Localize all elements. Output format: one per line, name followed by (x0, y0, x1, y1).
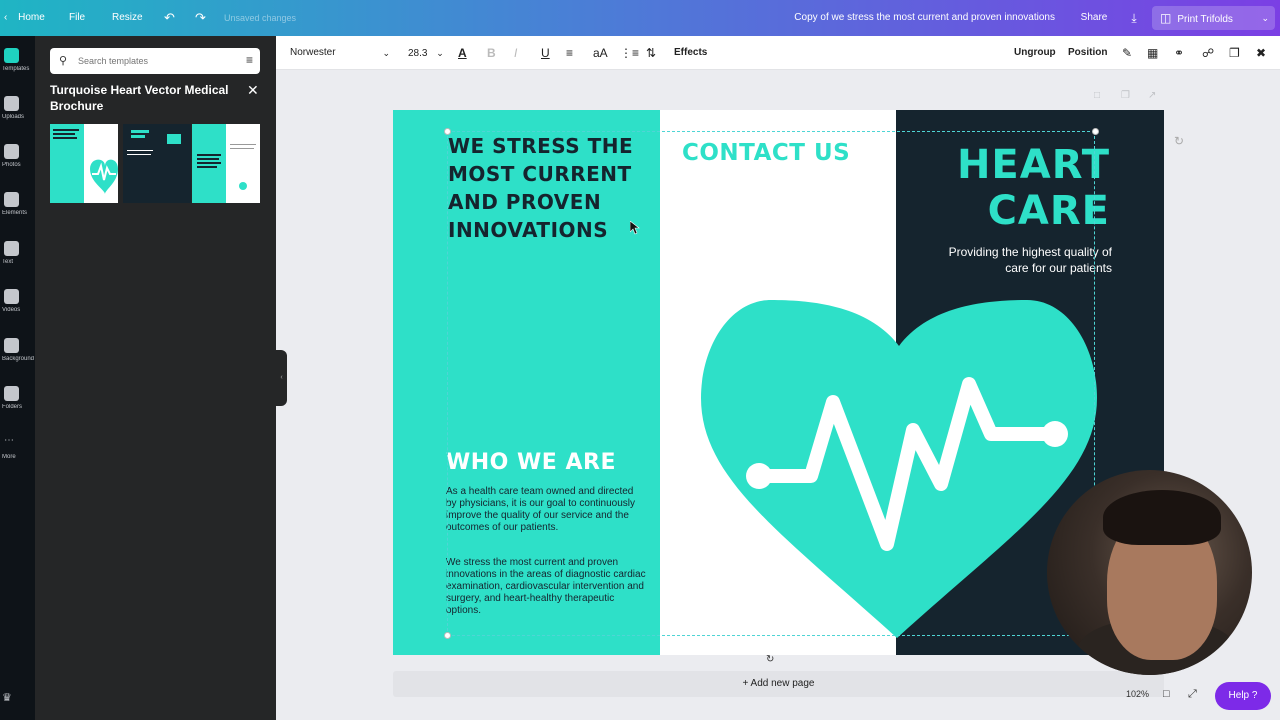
home-button[interactable]: ‹ Home (0, 0, 45, 36)
grid-view-icon[interactable]: □ (1163, 688, 1170, 700)
pulse-dot-right (1042, 421, 1068, 447)
rail-folders[interactable]: Folders (0, 386, 35, 410)
heart-pulse-graphic[interactable] (701, 298, 1097, 643)
rail-more[interactable]: ⋯ More (0, 435, 35, 461)
pulse-dot-left (746, 463, 772, 489)
underline-icon[interactable]: U (541, 36, 550, 70)
left-rail: Templates Uploads Photos Elements Text V… (0, 36, 35, 720)
rail-videos[interactable]: Videos (0, 289, 35, 313)
photos-icon (4, 144, 19, 159)
text-icon (4, 241, 19, 256)
elements-icon (4, 192, 19, 207)
chevron-left-icon: ‹ (4, 12, 8, 23)
document-title[interactable]: Copy of we stress the most current and p… (794, 0, 1055, 36)
print-icon: ◫ (1160, 11, 1172, 25)
rail-templates[interactable]: Templates (0, 48, 35, 72)
rail-elements[interactable]: Elements (0, 192, 35, 216)
align-icon[interactable]: ≡ (566, 36, 573, 70)
templates-panel: ⚲ ≡ Turquoise Heart Vector Medical Broch… (35, 36, 276, 720)
help-button[interactable]: Help ? (1215, 682, 1271, 710)
bold-icon[interactable]: B (487, 36, 496, 70)
contact-us-heading[interactable]: CONTACT US (682, 140, 850, 166)
webcam-overlay (1047, 470, 1252, 675)
paint-format-icon[interactable]: ✎ (1122, 36, 1132, 70)
folders-icon (4, 386, 19, 401)
top-bar: ‹ Home File Resize ↶ ↷ Unsaved changes C… (0, 0, 1280, 36)
file-menu[interactable]: File (69, 0, 85, 36)
innovations-paragraph[interactable]: We stress the most current and proven in… (446, 557, 646, 617)
transparency-icon[interactable]: ▦ (1147, 36, 1158, 70)
rail-uploads[interactable]: Uploads (0, 96, 35, 120)
rotate-handle-icon[interactable]: ↻ (766, 654, 774, 665)
spacing-icon[interactable]: ⇅ (646, 36, 656, 70)
page-notes-icon[interactable]: □ (1094, 90, 1100, 101)
headline-text[interactable]: WE STRESS THE MOST CURRENT AND PROVEN IN… (448, 132, 648, 244)
template-title: Turquoise Heart Vector Medical Brochure (50, 83, 229, 113)
videos-icon (4, 289, 19, 304)
ungroup-button[interactable]: Ungroup (1014, 36, 1056, 70)
rail-text[interactable]: Text (0, 241, 35, 265)
save-status: Unsaved changes (224, 13, 297, 23)
link-icon[interactable]: ⚭ (1174, 36, 1184, 70)
search-box: ⚲ ≡ (50, 48, 260, 74)
text-color-icon[interactable]: A (458, 36, 467, 70)
more-icon: ⋯ (4, 435, 14, 446)
font-select[interactable]: Norwester ⌄ (290, 36, 390, 70)
zoom-level[interactable]: 102% (1126, 689, 1149, 699)
print-label: Print Trifolds (1177, 14, 1233, 25)
crown-icon[interactable]: ♛ (0, 691, 35, 704)
share-button[interactable]: Share (1073, 0, 1115, 36)
chevron-down-icon: ⌄ (436, 48, 444, 58)
chevron-down-icon: ⌄ (1261, 13, 1269, 23)
add-new-page-button[interactable]: + Add new page (393, 671, 1164, 697)
duplicate-icon[interactable]: ❐ (1229, 36, 1240, 70)
italic-icon[interactable]: I (514, 36, 517, 70)
template-thumbnail[interactable] (192, 124, 260, 203)
font-name: Norwester (290, 47, 336, 58)
home-label: Home (18, 12, 45, 23)
chevron-down-icon: ⌄ (382, 48, 390, 58)
font-size-select[interactable]: 28.3 ⌄ (408, 36, 444, 70)
resize-button[interactable]: Resize (112, 0, 143, 36)
lock-icon[interactable]: ☍ (1202, 36, 1214, 70)
filter-icon[interactable]: ≡ (246, 53, 253, 67)
uploads-icon (4, 96, 19, 111)
selection-handle[interactable] (444, 128, 451, 135)
redo-icon[interactable]: ↷ (195, 0, 206, 36)
download-icon[interactable]: ⤓ (1122, 0, 1146, 36)
search-input[interactable] (78, 52, 228, 70)
search-icon: ⚲ (59, 55, 68, 67)
who-we-are-heading[interactable]: WHO WE ARE (446, 450, 616, 475)
collapse-panel-button[interactable]: ‹ (276, 350, 287, 406)
cursor-icon (630, 221, 640, 235)
selection-handle[interactable] (444, 632, 451, 639)
list-icon[interactable]: ⋮≡ (620, 36, 639, 70)
trash-icon[interactable]: ✖ (1256, 36, 1266, 70)
page-duplicate-icon[interactable]: ❐ (1121, 90, 1130, 101)
effects-button[interactable]: Effects (674, 36, 707, 70)
rotate-icon[interactable]: ↻ (1174, 134, 1184, 148)
templates-icon (4, 48, 19, 63)
heart-care-heading[interactable]: HEART CARE (910, 142, 1110, 234)
rail-background[interactable]: Background (0, 338, 35, 362)
page-add-icon[interactable]: ↗ (1148, 90, 1156, 101)
font-size-value: 28.3 (408, 48, 428, 59)
editor-toolbar: Norwester ⌄ 28.3 ⌄ A B I U ≡ aA ⋮≡ ⇅ Eff… (276, 36, 1280, 70)
who-we-are-paragraph[interactable]: As a health care team owned and directed… (446, 486, 646, 534)
letter-case-icon[interactable]: aA (593, 36, 608, 70)
fullscreen-icon[interactable]: ⤢ (1188, 688, 1197, 701)
close-icon[interactable]: ✕ (247, 82, 259, 99)
template-thumbnail[interactable] (123, 124, 191, 203)
rail-photos[interactable]: Photos (0, 144, 35, 168)
print-button[interactable]: ◫ Print Trifolds ⌄ (1152, 6, 1275, 30)
selection-handle[interactable] (1092, 128, 1099, 135)
template-thumbnail[interactable] (50, 124, 118, 203)
background-icon (4, 338, 19, 353)
position-button[interactable]: Position (1068, 36, 1107, 70)
undo-icon[interactable]: ↶ (164, 0, 175, 36)
tagline-text[interactable]: Providing the highest quality of care fo… (892, 244, 1112, 276)
